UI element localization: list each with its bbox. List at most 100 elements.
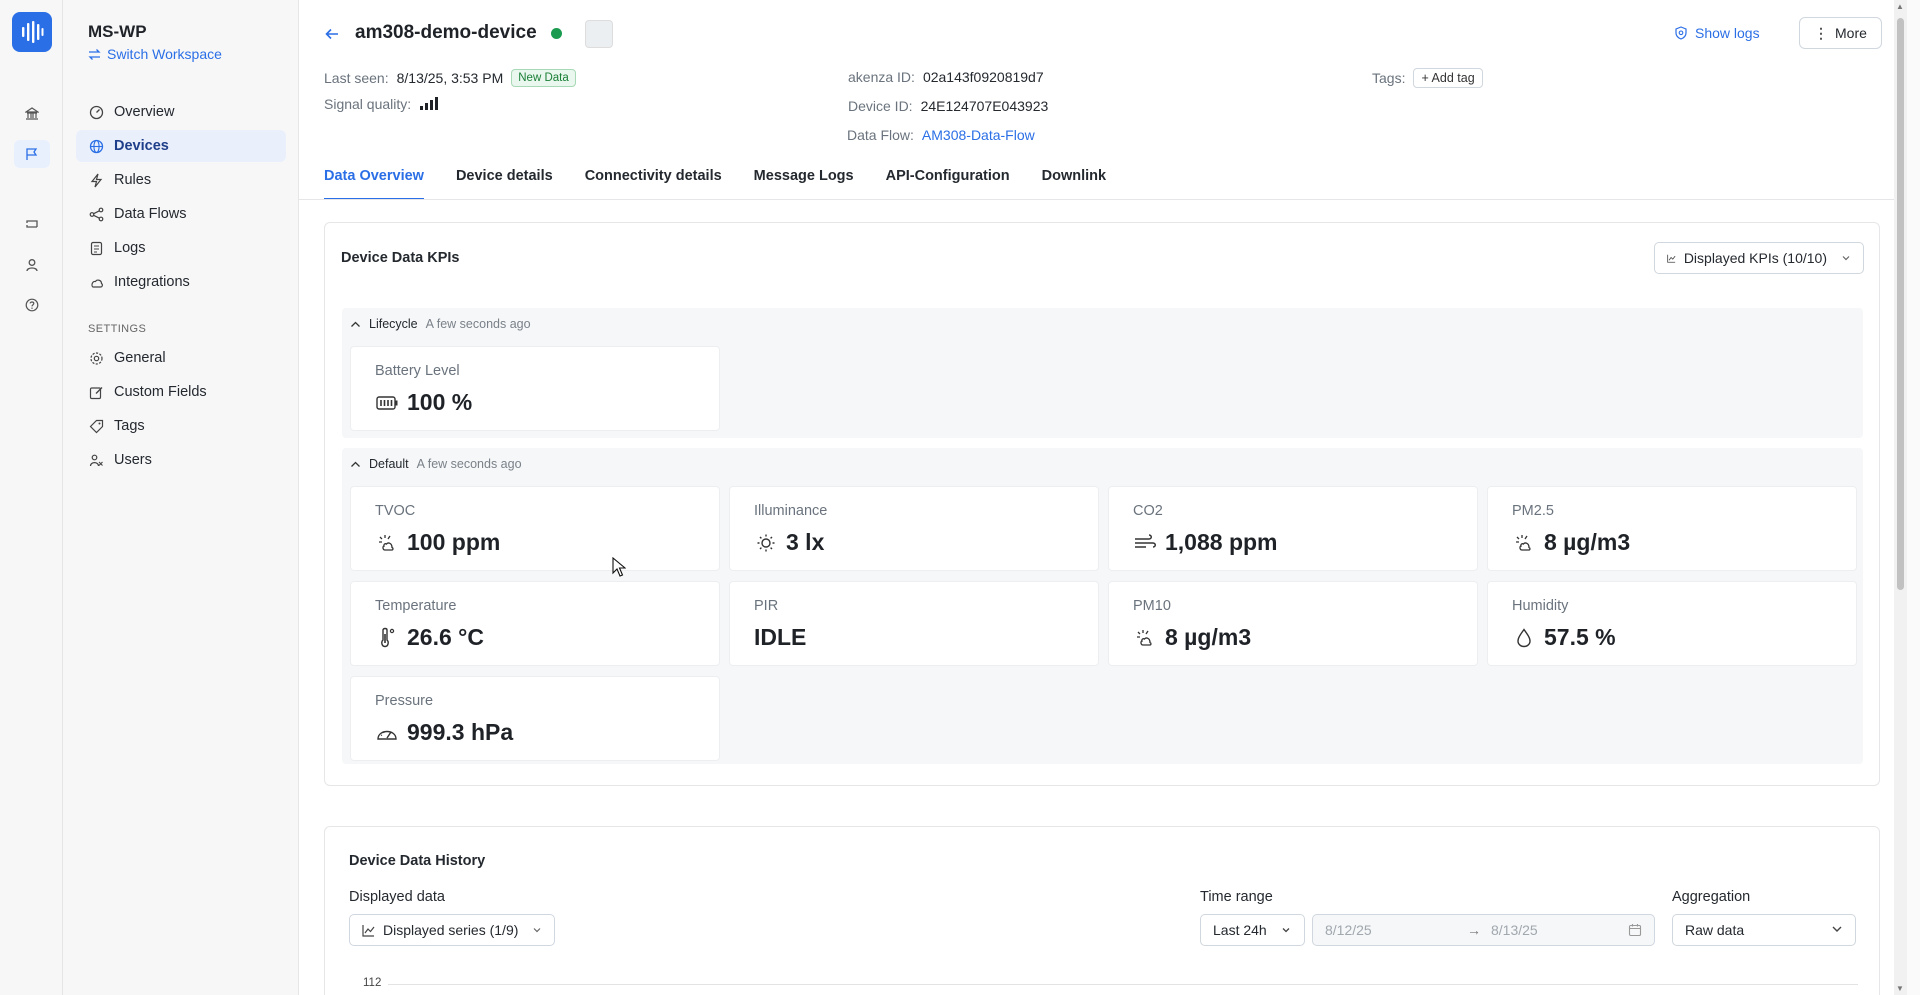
tags-row: Tags: + Add tag: [1372, 68, 1483, 88]
sidebar-item-logs[interactable]: Logs: [76, 232, 286, 264]
data-flow-link[interactable]: AM308-Data-Flow: [922, 127, 1035, 143]
chevron-down-icon: [1281, 922, 1291, 938]
kpi-value: 3 lx: [786, 529, 825, 555]
switch-workspace-link[interactable]: Switch Workspace: [88, 46, 222, 62]
group-header[interactable]: Lifecycle A few seconds ago: [350, 317, 531, 331]
tabs-divider: [299, 199, 1907, 200]
settings-section-label: SETTINGS: [88, 323, 147, 335]
device-title: am308-demo-device: [355, 22, 537, 43]
signal-quality-label: Signal quality:: [324, 96, 412, 112]
tab-device-details[interactable]: Device details: [456, 162, 553, 200]
aggregation-dropdown[interactable]: Raw data: [1672, 914, 1856, 946]
tab-downlink[interactable]: Downlink: [1042, 162, 1106, 200]
kpi-value: 8 µg/m3: [1544, 529, 1631, 555]
device-image-thumbnail[interactable]: [585, 20, 613, 48]
displayed-kpis-label: Displayed KPIs (10/10): [1683, 250, 1827, 266]
sidebar-item-integrations[interactable]: Integrations: [76, 266, 286, 298]
time-range-dropdown[interactable]: Last 24h: [1200, 914, 1305, 946]
tab-connectivity-details[interactable]: Connectivity details: [585, 162, 722, 200]
chevron-down-icon: [1841, 250, 1851, 266]
aggregation-value: Raw data: [1685, 922, 1745, 938]
kpi-tile-pm10: PM10 8 µg/m3: [1108, 581, 1478, 666]
time-range-label: Time range: [1200, 889, 1273, 905]
kpi-label: PM10: [1133, 598, 1171, 614]
displayed-series-dropdown[interactable]: Displayed series (1/9): [349, 914, 556, 946]
gauge-icon: [375, 721, 399, 745]
kpi-tile-temperature: Temperature 26.6 °C: [350, 581, 720, 666]
kpi-value: 100 ppm: [407, 529, 501, 555]
more-label: More: [1835, 25, 1867, 41]
document-icon: [88, 240, 104, 256]
app-logo[interactable]: [12, 12, 52, 52]
time-range-value: Last 24h: [1213, 922, 1267, 938]
sidebar-item-data-flows[interactable]: Data Flows: [76, 198, 286, 230]
air-quality-icon: [1133, 626, 1157, 650]
signal-bars-icon: [420, 97, 439, 110]
chart-line-icon: [1667, 254, 1676, 263]
date-range-picker[interactable]: 8/12/25 → 8/13/25: [1312, 914, 1655, 946]
signal-quality-row: Signal quality:: [324, 96, 443, 112]
tab-message-logs[interactable]: Message Logs: [754, 162, 854, 200]
kpi-value: 100 %: [407, 389, 473, 415]
scroll-down-icon[interactable]: ▼: [1896, 984, 1904, 993]
group-name: Default: [369, 457, 409, 471]
kpi-label: TVOC: [375, 503, 416, 519]
sidebar-item-custom-fields[interactable]: Custom Fields: [76, 376, 286, 408]
displayed-kpis-dropdown[interactable]: Displayed KPIs (10/10): [1654, 242, 1864, 274]
displayed-data-label: Displayed data: [349, 889, 445, 905]
kpi-label: Temperature: [375, 598, 457, 614]
gauge-icon: [88, 104, 104, 120]
kpi-value: 26.6 °C: [407, 624, 484, 650]
thermometer-icon: [375, 626, 399, 650]
group-name: Lifecycle: [369, 317, 418, 331]
date-from: 8/12/25: [1325, 922, 1372, 938]
switch-workspace-label: Switch Workspace: [107, 46, 222, 62]
wind-icon: [1133, 531, 1157, 555]
history-title: Device Data History: [349, 853, 486, 869]
add-tag-button[interactable]: + Add tag: [1413, 68, 1483, 88]
kpi-value: 57.5 %: [1544, 624, 1616, 650]
kpi-label: Battery Level: [375, 363, 460, 379]
sidebar-item-label: Users: [114, 452, 152, 468]
chevron-down-icon: [1831, 922, 1843, 938]
y-axis-tick: 112: [363, 977, 382, 989]
cloud-icon: [88, 274, 104, 290]
sidebar-item-overview[interactable]: Overview: [76, 96, 286, 128]
show-logs-button[interactable]: Show logs: [1674, 17, 1760, 49]
rail-help-icon[interactable]: [20, 293, 44, 317]
date-arrow: →: [1467, 922, 1481, 938]
akenza-id-row: akenza ID: 02a143f0920819d7: [848, 69, 1044, 85]
tab-data-overview[interactable]: Data Overview: [324, 162, 424, 200]
page-scrollbar[interactable]: ▲ ▼: [1894, 0, 1907, 995]
sidebar-item-users[interactable]: Users: [76, 444, 286, 476]
device-data-history-card: Device Data History Displayed data Displ…: [324, 826, 1880, 995]
kpi-label: Humidity: [1512, 598, 1569, 614]
sidebar-item-rules[interactable]: Rules: [76, 164, 286, 196]
scrollbar-thumb[interactable]: [1897, 18, 1904, 590]
group-header[interactable]: Default A few seconds ago: [350, 457, 522, 471]
tab-api-configuration[interactable]: API-Configuration: [886, 162, 1010, 200]
rail-flag-icon[interactable]: [14, 140, 50, 168]
sun-icon: [754, 531, 778, 555]
sidebar-item-label: Overview: [114, 104, 175, 120]
sidebar-item-devices[interactable]: Devices: [76, 130, 286, 162]
kpi-tile-illuminance: Illuminance 3 lx: [729, 486, 1099, 571]
kpi-tile-battery-level: Battery Level 100 %: [350, 346, 720, 431]
kpi-tile-tvoc: TVOC 100 ppm: [350, 486, 720, 571]
kpi-label: Illuminance: [754, 503, 828, 519]
rail-user-icon[interactable]: [20, 253, 44, 277]
chart-gridline: [388, 984, 1858, 985]
show-logs-label: Show logs: [1695, 25, 1760, 41]
sidebar-item-tags[interactable]: Tags: [76, 410, 286, 442]
group-updated: A few seconds ago: [425, 317, 531, 331]
device-id-row: Device ID: 24E124707E043923: [848, 98, 1048, 114]
kpi-value: 8 µg/m3: [1165, 624, 1252, 650]
rail-bank-icon[interactable]: [20, 102, 44, 126]
sidebar-item-general[interactable]: General: [76, 342, 286, 374]
edit-icon: [88, 384, 104, 400]
scroll-up-icon[interactable]: ▲: [1896, 2, 1904, 11]
rail-repeat-icon[interactable]: [20, 213, 44, 237]
back-arrow-icon[interactable]: [324, 26, 340, 47]
last-seen-label: Last seen:: [324, 70, 389, 86]
more-button[interactable]: ⋮ More: [1799, 17, 1882, 49]
